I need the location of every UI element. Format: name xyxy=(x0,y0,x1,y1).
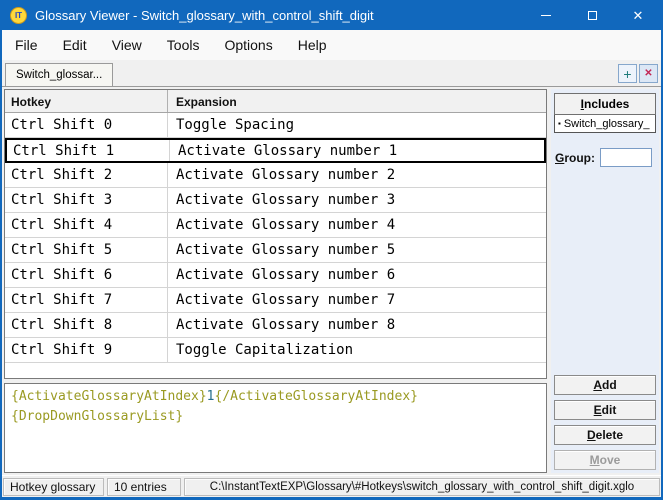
includes-rest: ncludes xyxy=(583,97,630,111)
menu-item-edit[interactable]: Edit xyxy=(51,30,99,60)
hotkey-cell: Ctrl Shift 9 xyxy=(5,338,168,362)
hotkey-cell: Ctrl Shift 7 xyxy=(5,288,168,312)
code-command: {DropDownGlossaryList} xyxy=(11,408,184,424)
hotkey-cell: Ctrl Shift 0 xyxy=(5,113,168,137)
maximize-icon xyxy=(587,10,597,20)
status-file-path: C:\InstantTextEXP\Glossary\#Hotkeys\swit… xyxy=(184,478,660,496)
edit-button[interactable]: Edit xyxy=(554,400,656,420)
table-body: Ctrl Shift 0 Toggle Spacing Ctrl Shift 1 Ac… xyxy=(5,113,546,378)
minimize-button[interactable] xyxy=(523,0,569,30)
close-tab-button[interactable]: ✕ xyxy=(639,64,658,83)
hotkey-cell: Ctrl Shift 1 xyxy=(7,140,170,161)
includes-list-item[interactable]: ▪ Switch_glossary_ xyxy=(554,115,656,133)
table-row[interactable]: Ctrl Shift 6 Activate Glossary number 6 xyxy=(5,263,546,288)
group-label: Group: xyxy=(555,151,595,165)
minimize-icon xyxy=(541,14,551,16)
menu-item-help[interactable]: Help xyxy=(286,30,339,60)
column-header-expansion[interactable]: Expansion xyxy=(168,90,546,112)
hotkey-table: Hotkey Expansion Ctrl Shift 0 Toggle Spac… xyxy=(4,89,547,379)
table-row[interactable]: Ctrl Shift 1 Activate Glossary number 1 xyxy=(5,138,546,163)
title-bar: IT Glossary Viewer - Switch_glossary_wit… xyxy=(2,0,661,30)
move-button: Move xyxy=(554,450,656,470)
app-window: IT Glossary Viewer - Switch_glossary_wit… xyxy=(0,0,663,500)
table-row[interactable]: Ctrl Shift 2 Activate Glossary number 2 xyxy=(5,163,546,188)
expansion-cell: Activate Glossary number 5 xyxy=(176,242,396,258)
hotkey-cell: Ctrl Shift 8 xyxy=(5,313,168,337)
close-button[interactable]: ✕ xyxy=(615,0,661,30)
table-row[interactable]: Ctrl Shift 7 Activate Glossary number 7 xyxy=(5,288,546,313)
includes-item-label: Switch_glossary_ xyxy=(563,117,650,130)
editor-line-1: {ActivateGlossaryAtIndex}1{/ActivateGlos… xyxy=(11,387,540,407)
tab-bar: Switch_glossar... + ✕ xyxy=(2,60,661,87)
command-editor[interactable]: {ActivateGlossaryAtIndex}1{/ActivateGlos… xyxy=(4,383,547,473)
window-title: Glossary Viewer - Switch_glossary_with_c… xyxy=(35,7,374,23)
hotkey-cell: Ctrl Shift 4 xyxy=(5,213,168,237)
table-row[interactable]: Ctrl Shift 9 Toggle Capitalization xyxy=(5,338,546,363)
expansion-cell: Toggle Spacing xyxy=(176,117,295,133)
table-row[interactable]: Ctrl Shift 3 Activate Glossary number 3 xyxy=(5,188,546,213)
hotkey-cell: Ctrl Shift 6 xyxy=(5,263,168,287)
code-close-tag: {/ActivateGlossaryAtIndex} xyxy=(214,389,419,404)
expansion-cell: Activate Glossary number 1 xyxy=(178,142,398,159)
group-input[interactable] xyxy=(600,148,652,167)
content-area: Hotkey Expansion Ctrl Shift 0 Toggle Spac… xyxy=(2,87,661,475)
window-controls: ✕ xyxy=(523,0,661,30)
expansion-cell: Activate Glossary number 4 xyxy=(176,217,396,233)
column-header-hotkey[interactable]: Hotkey xyxy=(5,90,168,112)
expansion-cell: Activate Glossary number 2 xyxy=(176,167,396,183)
editor-line-2: {DropDownGlossaryList} xyxy=(11,407,540,427)
table-header: Hotkey Expansion xyxy=(5,90,546,113)
status-entry-count: 10 entries xyxy=(107,478,181,496)
delete-button[interactable]: Delete xyxy=(554,425,656,445)
side-spacer xyxy=(553,167,657,375)
side-buttons: Add Edit Delete Move xyxy=(553,375,657,472)
menu-item-tools[interactable]: Tools xyxy=(155,30,212,60)
plus-icon: + xyxy=(623,65,632,82)
code-open-tag: {ActivateGlossaryAtIndex} xyxy=(11,389,207,404)
maximize-button[interactable] xyxy=(569,0,615,30)
group-row: Group: xyxy=(555,148,656,167)
close-icon: ✕ xyxy=(632,7,644,23)
group-accel: G xyxy=(555,150,565,165)
expansion-cell: Activate Glossary number 3 xyxy=(176,192,396,208)
code-value: 1 xyxy=(206,389,215,404)
menu-bar: File Edit View Tools Options Help xyxy=(2,30,661,60)
status-glossary-type: Hotkey glossary xyxy=(3,478,104,496)
expansion-cell: Activate Glossary number 7 xyxy=(176,292,396,308)
left-column: Hotkey Expansion Ctrl Shift 0 Toggle Spac… xyxy=(4,89,547,473)
app-icon-text: IT xyxy=(14,10,23,20)
table-row[interactable]: Ctrl Shift 0 Toggle Spacing xyxy=(5,113,546,138)
tab-label: Switch_glossar... xyxy=(16,69,103,81)
expansion-cell: Toggle Capitalization xyxy=(176,342,354,358)
table-row[interactable]: Ctrl Shift 8 Activate Glossary number 8 xyxy=(5,313,546,338)
table-row[interactable]: Ctrl Shift 5 Activate Glossary number 5 xyxy=(5,238,546,263)
expansion-cell: Activate Glossary number 6 xyxy=(176,267,396,283)
tab-switch-glossary[interactable]: Switch_glossar... xyxy=(5,63,114,86)
hotkey-cell: Ctrl Shift 2 xyxy=(5,163,168,187)
hotkey-cell: Ctrl Shift 5 xyxy=(5,238,168,262)
menu-item-options[interactable]: Options xyxy=(212,30,284,60)
app-icon: IT xyxy=(10,6,27,24)
hotkey-cell: Ctrl Shift 3 xyxy=(5,188,168,212)
menu-item-view[interactable]: View xyxy=(100,30,154,60)
table-row[interactable]: Ctrl Shift 4 Activate Glossary number 4 xyxy=(5,213,546,238)
includes-button[interactable]: Includes xyxy=(554,93,656,115)
expansion-cell: Activate Glossary number 8 xyxy=(176,317,396,333)
side-panel: Includes ▪ Switch_glossary_ Group: Add Ed… xyxy=(551,89,659,473)
status-bar: Hotkey glossary 10 entries C:\InstantTex… xyxy=(2,475,661,497)
add-button[interactable]: Add xyxy=(554,375,656,395)
add-tab-button[interactable]: + xyxy=(618,64,637,83)
group-rest: roup: xyxy=(564,150,595,165)
menu-item-file[interactable]: File xyxy=(3,30,50,60)
tab-close-icon: ✕ xyxy=(644,67,653,79)
bullet-icon: ▪ xyxy=(558,119,561,128)
